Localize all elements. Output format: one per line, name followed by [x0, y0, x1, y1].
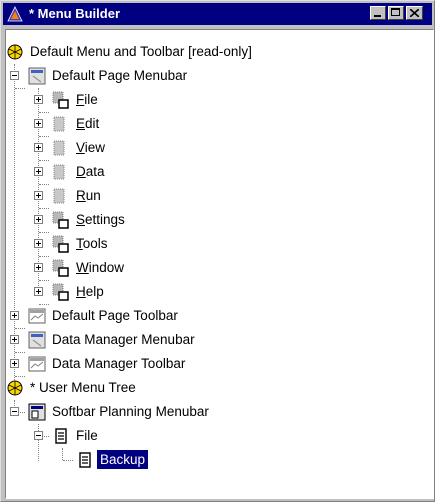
menu-builder-window: * Menu Builder Default Menu and Toolbar …: [0, 0, 435, 502]
expand-toggle[interactable]: [34, 215, 43, 224]
collapse-toggle[interactable]: [34, 431, 43, 440]
minimize-button[interactable]: [370, 6, 386, 20]
menu-icon: [53, 116, 65, 132]
expand-toggle[interactable]: [34, 287, 43, 296]
expand-toggle[interactable]: [34, 263, 43, 272]
tree-node-label: Default Page Menubar: [52, 68, 188, 83]
tree-node-label: File: [76, 428, 98, 443]
expand-toggle[interactable]: [34, 239, 43, 248]
close-icon: [410, 9, 419, 17]
tree-node-label: Tools: [76, 236, 108, 251]
expand-toggle[interactable]: [34, 167, 43, 176]
maximize-button[interactable]: [388, 6, 404, 20]
menubar-icon: [28, 67, 46, 85]
close-button[interactable]: [406, 6, 423, 20]
tree-node-default-page-toolbar[interactable]: Default Page Toolbar: [6, 304, 433, 328]
tree-node-label: Window: [76, 260, 125, 275]
collapse-toggle[interactable]: [10, 71, 19, 80]
tree-node-menu-file[interactable]: File: [6, 88, 433, 112]
tree-node-label: Default Menu and Toolbar [read-only]: [30, 44, 252, 59]
tree-node-menu-tools[interactable]: Tools: [6, 232, 433, 256]
tree-node-menu-view[interactable]: View: [6, 136, 433, 160]
tree-node-label: Data: [76, 164, 105, 179]
tree-node-user-file[interactable]: File: [6, 424, 433, 448]
tree-node-default-page-menubar[interactable]: Default Page Menubar: [6, 64, 433, 88]
expand-toggle[interactable]: [10, 359, 19, 368]
tree-node-label: Data Manager Toolbar: [52, 356, 186, 371]
tree-node-data-manager-toolbar[interactable]: Data Manager Toolbar: [6, 352, 433, 376]
menu-item-icon: [55, 428, 67, 444]
tree-node-label: Run: [76, 188, 101, 203]
tree-node-data-manager-menubar[interactable]: Data Manager Menubar: [6, 328, 433, 352]
tree-node-label: Data Manager Menubar: [52, 332, 195, 347]
tree-node-label: View: [76, 140, 106, 155]
menu-icon: [53, 140, 65, 156]
toolbar-icon: [28, 308, 46, 324]
minimize-icon: [374, 15, 381, 17]
tree-node-menu-data[interactable]: Data: [6, 160, 433, 184]
tree-node-menu-run[interactable]: Run: [6, 184, 433, 208]
tree-node-label: Edit: [76, 116, 100, 131]
expand-toggle[interactable]: [10, 311, 19, 320]
tree-node-menu-help[interactable]: Help: [6, 280, 433, 304]
collapse-toggle[interactable]: [10, 407, 19, 416]
expand-toggle[interactable]: [34, 119, 43, 128]
menu-icon: [52, 259, 69, 277]
expand-toggle[interactable]: [34, 143, 43, 152]
menu-icon: [52, 211, 69, 229]
window-title: * Menu Builder: [29, 6, 121, 21]
tree-node-label: Softbar Planning Menubar: [52, 404, 209, 419]
expand-toggle[interactable]: [34, 191, 43, 200]
menu-tree[interactable]: Default Menu and Toolbar [read-only] Def…: [5, 29, 434, 499]
expand-toggle[interactable]: [10, 335, 19, 344]
tree-root-icon: [7, 380, 23, 396]
menu-icon: [52, 235, 69, 253]
tree-node-label: Settings: [76, 212, 125, 227]
menubar-icon: [28, 403, 46, 421]
tree-node-label: Help: [76, 284, 104, 299]
menu-icon: [52, 283, 69, 301]
selected-node-label: Backup: [97, 450, 149, 469]
tree-node-menu-settings[interactable]: Settings: [6, 208, 433, 232]
menubar-icon: [28, 331, 46, 349]
title-bar[interactable]: * Menu Builder: [3, 3, 432, 25]
app-icon: [7, 6, 23, 22]
toolbar-icon: [28, 356, 46, 372]
menu-item-icon: [79, 452, 91, 468]
tree-root-icon: [7, 44, 23, 60]
menu-icon: [53, 188, 65, 204]
tree-node-menu-window[interactable]: Window: [6, 256, 433, 280]
tree-node-label: File: [76, 92, 98, 107]
tree-node-user-root[interactable]: * User Menu Tree: [6, 376, 433, 400]
tree-node-menu-edit[interactable]: Edit: [6, 112, 433, 136]
tree-node-label: Default Page Toolbar: [52, 308, 178, 323]
tree-node-backup[interactable]: Backup: [6, 448, 433, 472]
tree-node-label: * User Menu Tree: [30, 380, 136, 395]
expand-toggle[interactable]: [34, 95, 43, 104]
tree-node-default-root[interactable]: Default Menu and Toolbar [read-only]: [6, 40, 433, 64]
maximize-icon: [391, 8, 400, 16]
menu-icon: [52, 91, 69, 109]
tree-node-softbar-planning-menubar[interactable]: Softbar Planning Menubar: [6, 400, 433, 424]
menu-icon: [53, 164, 65, 180]
